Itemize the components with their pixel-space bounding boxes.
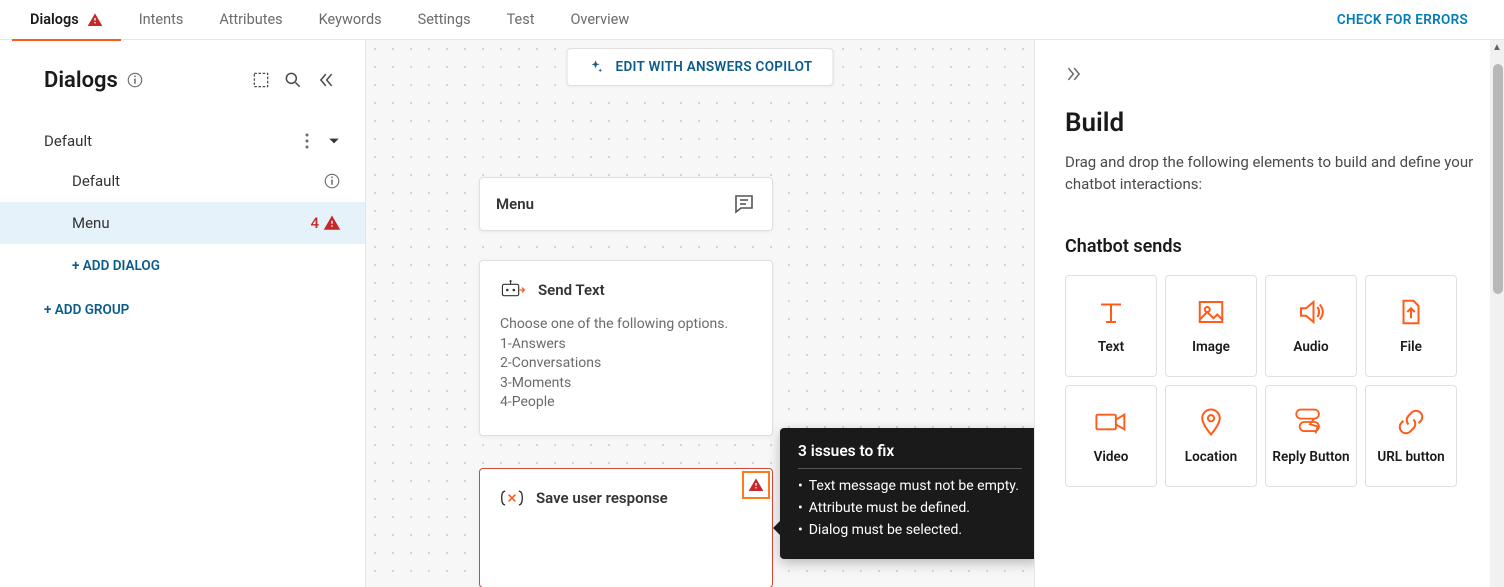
scrollbar-track[interactable]: ▲ — [1490, 40, 1504, 587]
node-title: Send Text — [538, 281, 605, 299]
edit-with-copilot-button[interactable]: EDIT WITH ANSWERS COPILOT — [567, 48, 834, 86]
check-for-errors-link[interactable]: CHECK FOR ERRORS — [1337, 12, 1492, 28]
node-send-text[interactable]: Send Text Choose one of the following op… — [479, 260, 773, 436]
select-icon[interactable] — [245, 64, 277, 96]
bot-send-icon — [500, 279, 526, 301]
tab-label: Test — [507, 11, 535, 28]
tab-label: Keywords — [319, 11, 382, 28]
audio-icon — [1296, 295, 1326, 329]
tab-label: Overview — [570, 11, 629, 28]
text-icon — [1096, 295, 1126, 329]
tooltip-item: Attribute must be defined. — [809, 499, 970, 518]
tile-image[interactable]: Image — [1165, 275, 1257, 377]
scroll-up-arrow-icon[interactable]: ▲ — [1490, 40, 1504, 54]
scrollbar-thumb[interactable] — [1493, 64, 1503, 294]
dialog-item-menu[interactable]: Menu 4 — [0, 202, 365, 244]
tab-attributes[interactable]: Attributes — [201, 0, 300, 40]
error-count: 4 — [310, 214, 319, 232]
dialog-canvas[interactable]: EDIT WITH ANSWERS COPILOT Menu Send Text… — [366, 40, 1034, 587]
node-menu[interactable]: Menu — [479, 177, 773, 231]
warning-icon — [323, 214, 341, 232]
tile-label: URL button — [1377, 449, 1444, 465]
tab-test[interactable]: Test — [489, 0, 553, 40]
panel-description: Drag and drop the following elements to … — [1065, 152, 1474, 196]
tab-label: Dialogs — [30, 11, 79, 28]
element-tiles: Text Image Audio File Video Location — [1065, 275, 1474, 487]
sidebar-header: Dialogs — [0, 64, 365, 96]
sidebar-title: Dialogs — [44, 68, 118, 93]
error-tooltip: 3 issues to fix Text message must not be… — [780, 428, 1034, 559]
group-row-default[interactable]: Default — [0, 122, 365, 160]
image-icon — [1196, 295, 1226, 329]
tile-label: Location — [1185, 449, 1237, 465]
node-title: Save user response — [536, 489, 668, 507]
collapse-sidebar-icon[interactable] — [309, 64, 341, 96]
reply-button-icon — [1294, 405, 1328, 439]
tile-url-button[interactable]: URL button — [1365, 385, 1457, 487]
tooltip-title: 3 issues to fix — [798, 442, 1022, 469]
tab-keywords[interactable]: Keywords — [301, 0, 400, 40]
tile-location[interactable]: Location — [1165, 385, 1257, 487]
tile-text[interactable]: Text — [1065, 275, 1157, 377]
tile-file[interactable]: File — [1365, 275, 1457, 377]
build-panel: Build Drag and drop the following elemen… — [1034, 40, 1504, 587]
dialog-label: Default — [72, 172, 120, 190]
info-icon[interactable] — [126, 71, 144, 89]
node-save-user-response[interactable]: Save user response — [479, 468, 773, 587]
sidebar: Dialogs Default — [0, 40, 366, 587]
node-body: Choose one of the following options. 1-A… — [500, 315, 752, 413]
tile-label: Audio — [1293, 339, 1328, 355]
add-group-button[interactable]: + ADD GROUP — [0, 288, 365, 332]
section-title: Chatbot sends — [1065, 236, 1474, 257]
video-icon — [1094, 405, 1128, 439]
tooltip-item: Text message must not be empty. — [809, 477, 1019, 496]
tile-label: Text — [1098, 339, 1124, 355]
tab-label: Attributes — [219, 11, 282, 28]
tooltip-item: Dialog must be selected. — [809, 521, 962, 540]
tile-label: File — [1400, 339, 1422, 355]
file-icon — [1396, 295, 1426, 329]
tab-overview[interactable]: Overview — [552, 0, 647, 40]
tab-label: Settings — [418, 11, 471, 28]
tile-label: Image — [1192, 339, 1230, 355]
sparkle-icon — [588, 59, 604, 75]
panel-title: Build — [1065, 108, 1474, 138]
location-icon — [1196, 405, 1226, 439]
tile-label: Video — [1094, 449, 1129, 465]
collapse-panel-icon[interactable] — [1065, 64, 1085, 84]
attribute-icon — [500, 487, 524, 509]
tile-reply-button[interactable]: Reply Button — [1265, 385, 1357, 487]
link-icon — [1396, 405, 1426, 439]
tab-intents[interactable]: Intents — [121, 0, 202, 40]
warning-icon[interactable] — [742, 471, 770, 499]
tab-settings[interactable]: Settings — [400, 0, 489, 40]
tab-label: Intents — [139, 11, 184, 28]
search-icon[interactable] — [277, 64, 309, 96]
node-title: Menu — [496, 195, 534, 213]
warning-icon — [87, 12, 103, 28]
dialog-label: Menu — [72, 214, 110, 232]
chat-icon — [732, 192, 756, 216]
copilot-label: EDIT WITH ANSWERS COPILOT — [616, 59, 813, 75]
tile-video[interactable]: Video — [1065, 385, 1157, 487]
chevron-down-icon[interactable] — [327, 134, 341, 148]
info-icon[interactable] — [323, 172, 341, 190]
tile-label: Reply Button — [1272, 449, 1349, 465]
dialog-item-default[interactable]: Default — [0, 160, 365, 202]
tab-dialogs[interactable]: Dialogs — [12, 0, 121, 40]
add-dialog-button[interactable]: + ADD DIALOG — [0, 244, 365, 288]
group-label: Default — [44, 132, 92, 150]
tile-audio[interactable]: Audio — [1265, 275, 1357, 377]
more-icon[interactable] — [305, 133, 309, 149]
top-nav: Dialogs Intents Attributes Keywords Sett… — [0, 0, 1504, 40]
